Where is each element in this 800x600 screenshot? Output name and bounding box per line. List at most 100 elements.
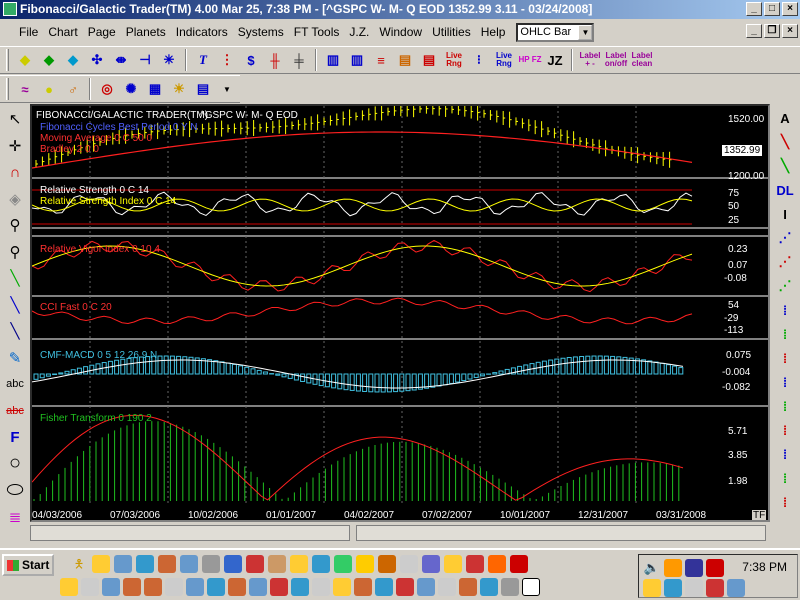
cube-yellow-icon[interactable]: ◆ <box>14 49 36 71</box>
tray-icon-3[interactable] <box>706 559 724 577</box>
delete-text-button[interactable]: abc <box>2 399 28 424</box>
tray-icon-2[interactable] <box>685 559 703 577</box>
i-button[interactable]: I <box>772 202 798 226</box>
task-window-5[interactable] <box>144 578 162 596</box>
task-window-12[interactable] <box>291 578 309 596</box>
menu-window[interactable]: Window <box>374 25 427 39</box>
magnet-icon[interactable]: ∩ <box>2 160 28 185</box>
minimize-button[interactable]: _ <box>746 2 762 16</box>
expand-icon[interactable]: ⇼ <box>110 49 132 71</box>
bars-icon-8[interactable]: ⁞ <box>772 466 798 490</box>
eraser-icon[interactable]: ◈ <box>2 187 28 212</box>
task-window-4[interactable] <box>123 578 141 596</box>
task-window-22[interactable] <box>501 578 519 596</box>
folder-icon[interactable] <box>92 555 110 573</box>
zoom-icon[interactable]: ⚲ <box>2 213 28 238</box>
bars-icon-9[interactable]: ⁞ <box>772 490 798 514</box>
task-window-6[interactable] <box>165 578 183 596</box>
task-window-15[interactable] <box>354 578 372 596</box>
hp-fz-button[interactable]: HP FZ <box>517 56 543 64</box>
tray-icon-6[interactable] <box>685 579 703 597</box>
bars-icon-7[interactable]: ⁞ <box>772 442 798 466</box>
cross-arrows-icon[interactable]: ✣ <box>86 49 108 71</box>
chart-area[interactable]: FIBONACCI/GALACTIC TRADER(TM) ^GSPC W- M… <box>30 104 770 522</box>
app-icon-2[interactable] <box>136 555 154 573</box>
app-icon-15[interactable] <box>422 555 440 573</box>
color-lines-icon[interactable]: ≣ <box>2 505 28 530</box>
pen-icon[interactable]: ✎ <box>2 346 28 371</box>
task-window-11[interactable] <box>270 578 288 596</box>
traffic-light-icon[interactable]: ⋮ <box>216 49 238 71</box>
font-button[interactable]: F <box>2 425 28 450</box>
task-window-3[interactable] <box>102 578 120 596</box>
task-window-7[interactable] <box>186 578 204 596</box>
chart-scrollbar-right[interactable] <box>356 525 766 541</box>
task-window-21[interactable] <box>480 578 498 596</box>
label-clean-button[interactable]: Label clean <box>629 52 655 68</box>
a-button[interactable]: A <box>772 106 798 130</box>
pointer-icon[interactable]: ↖ <box>2 107 28 132</box>
app-icon-11[interactable] <box>334 555 352 573</box>
bars-red-icon[interactable]: ≡ <box>370 49 392 71</box>
task-window-18[interactable] <box>417 578 435 596</box>
cube-green-icon[interactable]: ◆ <box>38 49 60 71</box>
dropdown-arrow-icon[interactable]: ▼ <box>216 78 238 100</box>
app-icon-12[interactable] <box>356 555 374 573</box>
app-icon-18[interactable] <box>488 555 506 573</box>
bars-icon-6[interactable]: ⁞ <box>772 418 798 442</box>
chart-scrollbar-left[interactable] <box>30 525 350 541</box>
chart-type-select[interactable]: OHLC Bar ▼ <box>516 22 595 42</box>
bracket-icon[interactable]: ⊣ <box>134 49 156 71</box>
fan-icon[interactable]: ⋰ <box>772 226 798 250</box>
menu-planets[interactable]: Planets <box>121 25 171 39</box>
chevron-down-icon[interactable]: ▼ <box>578 24 593 40</box>
task-window-10[interactable] <box>249 578 267 596</box>
wave-icon[interactable]: ≈ <box>14 78 36 100</box>
task-window-2[interactable] <box>81 578 99 596</box>
wheel-icon[interactable]: ✺ <box>120 78 142 100</box>
label-onoff-button[interactable]: Label on/off <box>603 52 629 68</box>
dollar-icon[interactable]: $ <box>240 49 262 71</box>
menu-indicators[interactable]: Indicators <box>171 25 233 39</box>
app-icon-14[interactable] <box>400 555 418 573</box>
planet-r-icon[interactable]: ♂ <box>62 78 84 100</box>
app-icon-3[interactable] <box>158 555 176 573</box>
trendline-green-icon[interactable]: ╲ <box>772 154 798 178</box>
tray-icon-1[interactable] <box>664 559 682 577</box>
bars-icon-4[interactable]: ⁞ <box>772 370 798 394</box>
crosshair-icon[interactable]: ✛ <box>2 134 28 159</box>
dl-button[interactable]: DL <box>772 178 798 202</box>
menu-jz[interactable]: J.Z. <box>344 25 374 39</box>
jz-button[interactable]: JZ <box>544 49 566 71</box>
label-plus-minus-button[interactable]: Label + - <box>577 52 603 68</box>
task-window-1[interactable] <box>60 578 78 596</box>
task-window-8[interactable] <box>207 578 225 596</box>
tray-icon-4[interactable] <box>643 579 661 597</box>
app-icon-17[interactable] <box>466 555 484 573</box>
cube-cyan-icon[interactable]: ◆ <box>62 49 84 71</box>
sun-icon[interactable]: ☀ <box>168 78 190 100</box>
menu-ft-tools[interactable]: FT Tools <box>289 25 345 39</box>
mdi-restore-button[interactable]: ❐ <box>764 24 780 38</box>
text-tool-icon[interactable]: T <box>192 49 214 71</box>
task-window-23[interactable] <box>522 578 540 596</box>
person-icon[interactable]: 🯅 <box>70 555 88 573</box>
menu-systems[interactable]: Systems <box>233 25 289 39</box>
zoom-page-icon[interactable]: ⚲ <box>2 240 28 265</box>
app-icon-16[interactable] <box>444 555 462 573</box>
task-window-17[interactable] <box>396 578 414 596</box>
line-blue-icon[interactable]: ╲ <box>2 293 28 318</box>
list-icon[interactable]: ▤ <box>192 78 214 100</box>
fan-red-icon[interactable]: ⋰ <box>772 250 798 274</box>
app-icon-5[interactable] <box>202 555 220 573</box>
bars-blue2-icon[interactable]: ▥ <box>346 49 368 71</box>
app-icon-9[interactable] <box>290 555 308 573</box>
tf-badge[interactable]: TF <box>752 510 767 520</box>
app-icon-7[interactable] <box>246 555 264 573</box>
planet-yellow-icon[interactable]: ● <box>38 78 60 100</box>
app-icon-1[interactable] <box>114 555 132 573</box>
chart-grid-icon[interactable]: ▦ <box>144 78 166 100</box>
start-button[interactable]: Start <box>2 554 54 576</box>
live-rng-button-1[interactable]: Live Rng <box>441 52 467 68</box>
maximize-button[interactable]: □ <box>764 2 780 16</box>
